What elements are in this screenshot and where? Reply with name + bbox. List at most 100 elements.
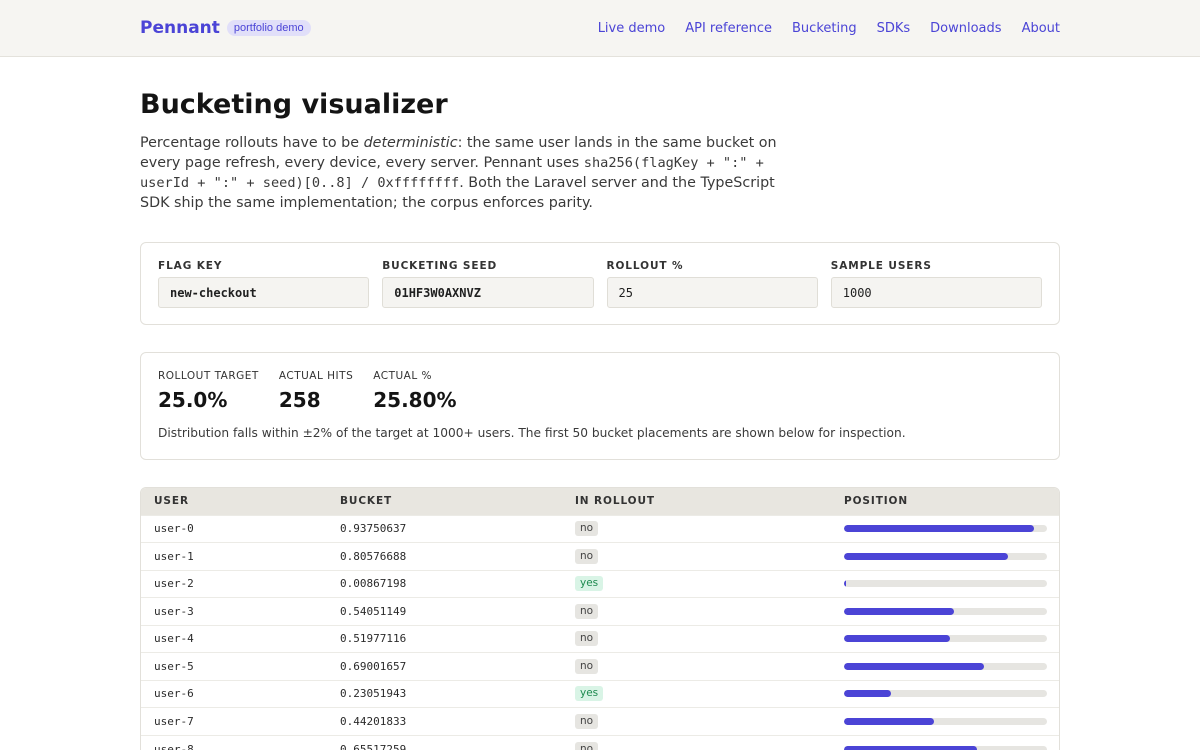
table-row: user-1 0.80576688 no	[141, 542, 1059, 571]
cell-user: user-2	[154, 577, 194, 591]
position-bar-fill	[844, 690, 891, 698]
position-bar-track	[844, 635, 1047, 643]
nav-downloads[interactable]: Downloads	[930, 21, 1001, 36]
cell-in-rollout: yes	[562, 680, 831, 708]
cell-in-rollout: no	[562, 735, 831, 750]
cell-position	[831, 708, 1059, 736]
position-bar-fill	[844, 745, 977, 750]
stats-row: ROLLOUT TARGET 25.0% ACTUAL HITS 258 ACT…	[158, 369, 1042, 412]
nav-bucketing[interactable]: Bucketing	[792, 21, 857, 36]
bucketing-seed-input[interactable]	[382, 277, 594, 308]
position-bar-fill	[844, 717, 934, 725]
cell-user: user-4	[154, 632, 194, 646]
cell-position	[831, 735, 1059, 750]
position-bar-track	[844, 607, 1047, 615]
main-content: Bucketing visualizer Percentage rollouts…	[0, 89, 1200, 750]
position-bar-fill	[844, 552, 1008, 560]
rollout-status-badge: no	[575, 548, 599, 564]
table-row: user-7 0.44201833 no	[141, 707, 1059, 736]
rollout-percent-field: ROLLOUT %	[606, 259, 818, 324]
table-body: user-0 0.93750637 no user-1 0.80576688 no user…	[141, 515, 1059, 750]
rollout-status-badge: no	[575, 713, 599, 729]
cell-bucket: 0.69001657	[340, 659, 407, 673]
cell-in-rollout: no	[562, 653, 831, 681]
cell-in-rollout: no	[562, 515, 831, 543]
main-nav: Live demo API reference Bucketing SDKs D…	[598, 21, 1060, 36]
stat-actual-label: ACTUAL %	[373, 370, 433, 382]
col-position: POSITION	[844, 495, 909, 508]
cell-user: user-5	[154, 659, 194, 673]
cell-position	[831, 625, 1059, 653]
col-user: USER	[154, 495, 189, 508]
rollout-percent-label: ROLLOUT %	[606, 260, 684, 272]
bucket-table: USER BUCKET IN ROLLOUT POSITION user-0 0.…	[141, 488, 1059, 750]
rollout-status-badge: yes	[575, 576, 604, 592]
rollout-status-badge: no	[575, 631, 599, 647]
cell-position	[831, 515, 1059, 543]
sample-users-input[interactable]	[830, 277, 1042, 308]
stat-actual-value: 25.80%	[373, 388, 457, 412]
table-row: user-4 0.51977116 no	[141, 625, 1059, 653]
cell-bucket: 0.80576688	[340, 549, 407, 563]
rollout-status-badge: yes	[575, 686, 604, 702]
rollout-percent-input[interactable]	[606, 277, 818, 308]
flag-key-input[interactable]	[158, 277, 370, 308]
bucketing-seed-label: BUCKETING SEED	[382, 260, 498, 272]
table-header-row: USER BUCKET IN ROLLOUT POSITION	[141, 488, 1059, 515]
cell-bucket: 0.00867198	[340, 577, 407, 591]
cell-bucket: 0.23051943	[340, 687, 407, 701]
nav-sdks[interactable]: SDKs	[877, 21, 911, 36]
cell-position	[831, 598, 1059, 626]
table-row: user-6 0.23051943 yes	[141, 680, 1059, 708]
stat-hits-label: ACTUAL HITS	[278, 370, 354, 382]
intro-text-a: Percentage rollouts have to be	[140, 135, 364, 151]
table-row: user-3 0.54051149 no	[141, 597, 1059, 626]
position-bar-track	[844, 580, 1047, 588]
cell-position	[831, 653, 1059, 681]
cell-position	[831, 543, 1059, 571]
cell-user: user-7	[154, 714, 194, 728]
bucket-table-card: USER BUCKET IN ROLLOUT POSITION user-0 0.…	[140, 487, 1060, 750]
rollout-status-badge: no	[575, 658, 599, 674]
table-row: user-2 0.00867198 yes	[141, 570, 1059, 598]
bucketing-seed-field: BUCKETING SEED	[382, 259, 594, 324]
position-bar-fill	[844, 580, 847, 588]
settings-card: FLAG KEY BUCKETING SEED ROLLOUT % SAMPLE…	[140, 242, 1060, 325]
intro-emphasis: deterministic	[363, 135, 458, 151]
table-row: user-5 0.69001657 no	[141, 652, 1059, 681]
sample-users-field: SAMPLE USERS	[830, 259, 1042, 324]
brand-logo[interactable]: Pennant	[140, 18, 220, 38]
cell-bucket: 0.54051149	[340, 604, 407, 618]
position-bar-fill	[844, 607, 954, 615]
cell-in-rollout: no	[562, 708, 831, 736]
cell-position	[831, 570, 1059, 598]
flag-key-field: FLAG KEY	[158, 259, 370, 324]
table-header: USER BUCKET IN ROLLOUT POSITION	[141, 488, 1059, 515]
rollout-status-badge: no	[575, 521, 599, 537]
stat-actual-percent: ACTUAL % 25.80%	[373, 369, 456, 412]
cell-bucket: 0.65517259	[340, 742, 407, 750]
position-bar-track	[844, 717, 1047, 725]
position-bar-track	[844, 690, 1047, 698]
col-in-rollout: IN ROLLOUT	[575, 495, 655, 508]
stat-hits-value: 258	[278, 388, 321, 412]
nav-live-demo[interactable]: Live demo	[598, 21, 666, 36]
position-bar-fill	[844, 635, 950, 643]
intro-paragraph: Percentage rollouts have to be determini…	[140, 133, 790, 213]
sample-users-label: SAMPLE USERS	[830, 260, 932, 272]
stats-card: ROLLOUT TARGET 25.0% ACTUAL HITS 258 ACT…	[140, 352, 1060, 460]
distribution-note: Distribution falls within ±2% of the tar…	[158, 426, 906, 440]
flag-key-label: FLAG KEY	[158, 260, 223, 272]
stat-target-value: 25.0%	[158, 388, 228, 412]
cell-in-rollout: no	[562, 543, 831, 571]
nav-about[interactable]: About	[1022, 21, 1060, 36]
nav-api-reference[interactable]: API reference	[685, 21, 772, 36]
cell-bucket: 0.51977116	[340, 632, 407, 646]
cell-in-rollout: yes	[562, 570, 831, 598]
position-bar-track	[844, 525, 1047, 533]
stat-target-label: ROLLOUT TARGET	[158, 370, 259, 382]
stat-actual-hits: ACTUAL HITS 258	[279, 369, 353, 412]
top-bar: Pennant portfolio demo Live demo API ref…	[0, 0, 1200, 57]
cell-user: user-1	[154, 549, 194, 563]
page-title: Bucketing visualizer	[140, 89, 448, 120]
